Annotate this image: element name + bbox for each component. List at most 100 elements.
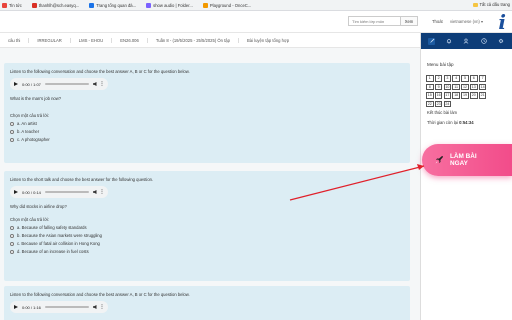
question-nav-button[interactable]: 12	[461, 83, 469, 90]
playground-icon	[202, 2, 208, 8]
question-nav-button[interactable]: 24	[443, 100, 452, 107]
question-nav-button[interactable]: 10	[443, 83, 452, 90]
question-nav-button[interactable]: 15	[426, 92, 434, 99]
volume-icon[interactable]	[92, 305, 97, 309]
audio-player: 0:00 / 1:16 ⋮	[10, 301, 108, 313]
search-input[interactable]	[348, 16, 400, 26]
breadcrumb-item[interactable]: EN26.006	[112, 37, 148, 43]
news-icon	[2, 2, 7, 8]
question-nav-button[interactable]: 22	[426, 100, 434, 107]
question-instruction: Listen to the following conversation and…	[10, 292, 190, 297]
radio-button[interactable]	[10, 241, 14, 246]
more-options-icon[interactable]: ⋮	[100, 189, 105, 195]
bookmark-folder[interactable]: show audio | Folder...	[146, 2, 193, 8]
play-icon[interactable]	[14, 82, 18, 86]
breadcrumb-item[interactable]: LMS - EHOU	[71, 37, 113, 43]
answer-option[interactable]: a. Because of falling safety standards	[10, 225, 404, 230]
question-nav-button[interactable]: 7	[478, 75, 487, 82]
question-nav-button[interactable]: 14	[478, 83, 487, 90]
user-icon[interactable]	[463, 38, 470, 45]
choose-label: Chọn một câu trả lời:	[10, 217, 50, 222]
question-nav-button[interactable]: 4	[452, 75, 460, 82]
question-nav-button[interactable]: 3	[443, 75, 452, 82]
play-icon[interactable]	[14, 190, 18, 194]
answer-option[interactable]: b. A teacher	[10, 129, 404, 134]
radio-button[interactable]	[10, 225, 14, 230]
radio-button[interactable]	[10, 121, 14, 126]
bookmark-dashboard[interactable]: Trang tổng quan đà...	[89, 2, 136, 8]
breadcrumb-item[interactable]: câu thi	[0, 37, 30, 43]
breadcrumb-item[interactable]: IRREGULAR	[29, 37, 71, 43]
logout-link[interactable]: Thoát	[432, 19, 443, 24]
question-text: What is the man's job now?	[10, 96, 62, 101]
question-nav-button[interactable]: 20	[469, 92, 478, 99]
clock-icon[interactable]	[480, 38, 487, 45]
folder-icon	[146, 2, 152, 8]
menu-title: Menu bài tập	[427, 62, 454, 67]
search-button[interactable]: Xem	[400, 16, 418, 26]
question-card: Listen to the short talk and choose the …	[4, 171, 410, 281]
radio-button[interactable]	[10, 129, 14, 134]
all-bookmarks[interactable]: Tất cả dấu trang	[472, 2, 510, 7]
brand-logo[interactable]: i	[498, 12, 506, 32]
breadcrumb-item[interactable]: Tuần 8 - (19/5/2025 - 25/5/2025) Ôn tập	[148, 37, 239, 43]
answer-option[interactable]: a. An artist	[10, 121, 404, 126]
question-nav-button[interactable]: 17	[443, 92, 452, 99]
question-card: Listen to the following conversation and…	[4, 286, 410, 320]
answer-option[interactable]: d. Because of an increase in fuel costs	[10, 249, 404, 254]
play-icon[interactable]	[14, 305, 18, 309]
choose-label: Chọn một câu trả lời:	[10, 113, 50, 118]
question-nav-button[interactable]: 6	[469, 75, 478, 82]
question-nav-button[interactable]: 5	[461, 75, 469, 82]
start-exercise-button[interactable]: LÀM BÀI NGAY	[422, 144, 512, 176]
breadcrumb: câu thi IRREGULAR LMS - EHOU EN26.006 Tu…	[0, 33, 420, 48]
course-search: Xem	[348, 16, 418, 26]
bell-icon[interactable]	[446, 38, 453, 45]
audio-time: 0:00 / 1:07	[22, 81, 41, 87]
finish-attempt-link[interactable]: Kết thúc bài làm	[427, 110, 512, 115]
bookmark-mail[interactable]: thanhlh@sch.easyq...	[31, 2, 79, 8]
rocket-icon	[435, 156, 443, 164]
question-nav-button[interactable]: 18	[452, 92, 460, 99]
bookmark-playground[interactable]: Playground - OnceC...	[202, 2, 251, 8]
question-nav-button[interactable]: 23	[434, 100, 443, 107]
sidebar-toolbar	[421, 33, 512, 49]
radio-button[interactable]	[10, 249, 14, 254]
volume-icon[interactable]	[92, 190, 97, 194]
question-nav-button[interactable]: 1	[426, 75, 434, 82]
question-nav-button[interactable]: 21	[478, 92, 487, 99]
bookmark-news[interactable]: Tin tức	[2, 2, 22, 8]
breadcrumb-item[interactable]: Bài luyện tập tổng hợp	[239, 38, 297, 43]
radio-button[interactable]	[10, 137, 14, 142]
audio-time: 0:00 / 0:14	[22, 189, 41, 195]
audio-progress[interactable]	[44, 83, 89, 85]
question-nav-button[interactable]: 16	[434, 92, 443, 99]
question-nav-button[interactable]: 8	[426, 83, 434, 90]
audio-progress[interactable]	[44, 191, 89, 193]
audio-time: 0:00 / 1:16	[22, 304, 41, 310]
timer-value: 0:54:34	[459, 120, 474, 125]
question-nav-button[interactable]: 11	[452, 83, 460, 90]
question-nav-button[interactable]: 13	[469, 83, 478, 90]
question-card: Listen to the following conversation and…	[4, 63, 410, 163]
volume-icon[interactable]	[92, 82, 97, 86]
site-header: Xem Thoát vietnamese (vn) ▾ i	[0, 11, 512, 33]
question-nav-button[interactable]: 9	[434, 83, 443, 90]
mail-icon	[31, 2, 37, 8]
more-options-icon[interactable]: ⋮	[100, 81, 105, 87]
more-options-icon[interactable]: ⋮	[100, 304, 105, 310]
question-nav-button[interactable]: 2	[434, 75, 443, 82]
radio-button[interactable]	[10, 233, 14, 238]
bookmarks-bar: Tin tức thanhlh@sch.easyq... Trang tổng …	[0, 0, 512, 11]
answer-option[interactable]: b. Because the Asian markets were strugg…	[10, 233, 404, 238]
folder-icon	[472, 2, 478, 7]
question-nav-button[interactable]: 19	[461, 92, 469, 99]
answer-option[interactable]: c. Because of fatal air collision in Hon…	[10, 241, 404, 246]
gear-icon[interactable]	[498, 38, 505, 45]
user-menu[interactable]: vietnamese (vn) ▾	[450, 19, 483, 24]
question-navigator: 1 2 3 4 5 6 7 8 9 10 11 12 13 14 15 16 1…	[426, 75, 512, 107]
audio-progress[interactable]	[44, 306, 89, 308]
answer-option[interactable]: c. A photographer	[10, 137, 404, 142]
rocket-icon[interactable]	[428, 37, 436, 45]
quiz-content: Listen to the following conversation and…	[0, 48, 420, 320]
